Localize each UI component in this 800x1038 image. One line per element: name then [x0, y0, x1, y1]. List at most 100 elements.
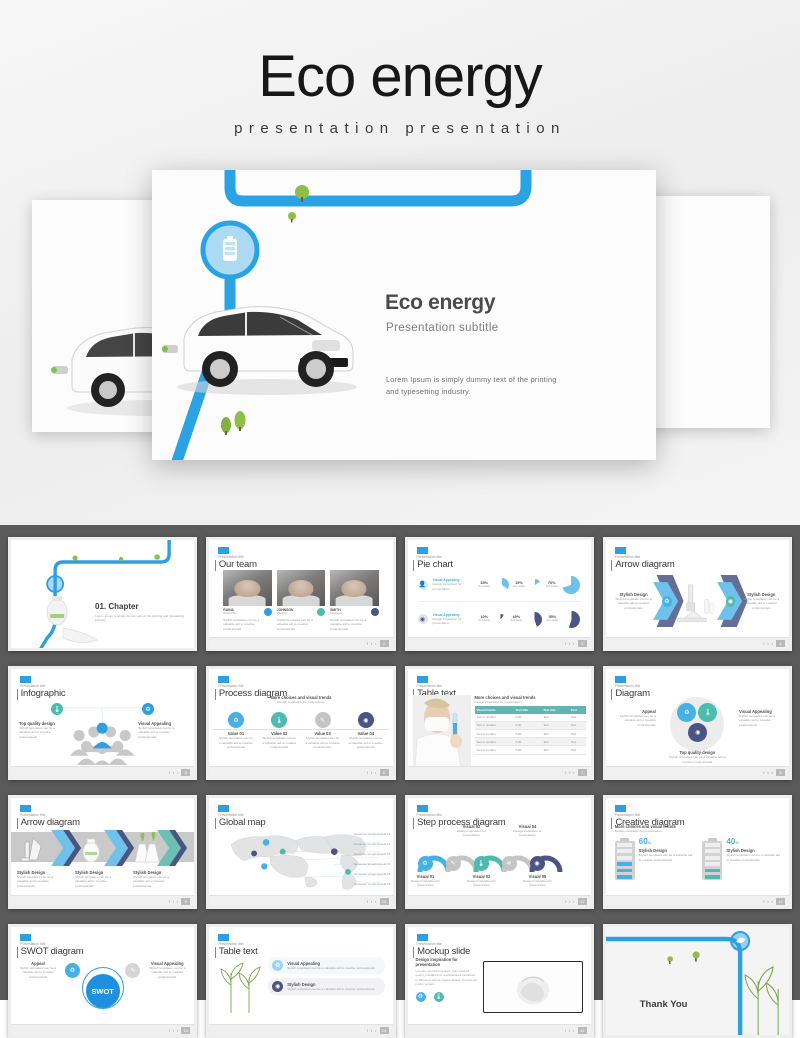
rss-icon[interactable]: r	[573, 641, 574, 646]
arrow-item-desc: Stylish templates can be a valuable aid …	[75, 875, 112, 888]
pie-chart-70	[562, 575, 581, 594]
slide-thumbnail-2[interactable]: Presentation title Our team RAINA Resear…	[206, 537, 396, 651]
rss-icon[interactable]: r	[375, 899, 376, 904]
slide-thumbnail-12[interactable]: Presentation title Creative diagram More…	[602, 795, 792, 909]
twitter-icon[interactable]: t	[173, 1028, 174, 1033]
slide-thumbnail-7[interactable]: Presentation title Table text More choic…	[404, 666, 594, 780]
preview-slide-main[interactable]: Eco energy Presentation subtitle Lorem I…	[152, 170, 656, 460]
slide-thumbnail-10[interactable]: Presentation title Global map Generate V…	[206, 795, 396, 909]
twitter-icon[interactable]: t	[173, 770, 174, 775]
electric-car-image	[162, 306, 357, 395]
facebook-icon[interactable]: f	[565, 899, 566, 904]
slide-thumbnail-8[interactable]: Presentation title Diagram ♻ 🌡 ◉ Appeal …	[602, 666, 792, 780]
process-step: ♻ Value 01 Stylish templates can be a va…	[218, 712, 254, 749]
main-slide-body: Lorem Ipsum is simply dummy text of the …	[386, 375, 557, 397]
pie-row-sub: Design inspiration for presentation	[432, 616, 462, 625]
facebook-icon[interactable]: f	[367, 1028, 368, 1033]
slide-thumbnail-14[interactable]: Presentation title Table text ♻ Visual A…	[206, 924, 396, 1038]
rss-icon[interactable]: r	[573, 1028, 574, 1033]
rss-icon[interactable]: r	[375, 641, 376, 646]
microscope-image	[677, 584, 714, 622]
rss-icon[interactable]: r	[573, 899, 574, 904]
column-header: Text title	[541, 706, 569, 714]
slide-thumbnail-1[interactable]: 01. Chapter Lorem Ipsum is simply dummy …	[8, 537, 198, 651]
pie-caption: Text quality	[545, 584, 558, 588]
swot-item-desc: Stylish templates can be a valuable aid …	[149, 966, 186, 979]
main-slide-heading: Eco energy	[385, 291, 496, 314]
arrow-item-desc: Stylish templates can be a valuable aid …	[743, 596, 780, 610]
member-desc: Stylish templates can be a valuable aid …	[330, 618, 367, 631]
rss-icon[interactable]: r	[573, 770, 574, 775]
row-desc: Stylish templates can be a valuable aid …	[287, 965, 375, 970]
slide-thumbnail-5[interactable]: Presentation title Infographic 🌡 ♻ Top q…	[8, 666, 198, 780]
step-desc: Stylish templates can be a valuable aid …	[348, 736, 383, 750]
twitter-icon[interactable]: t	[173, 899, 174, 904]
avatar	[276, 570, 326, 606]
slide-footer: f t r 9	[11, 895, 195, 906]
twitter-icon[interactable]: t	[371, 899, 372, 904]
slide-thumbnail-13[interactable]: Presentation title SWOT diagram SWOT ♻ ✎…	[8, 924, 198, 1038]
twitter-icon[interactable]: t	[371, 770, 372, 775]
facebook-icon[interactable]: f	[169, 770, 170, 775]
facebook-icon[interactable]: f	[367, 641, 368, 646]
twitter-icon[interactable]: t	[768, 770, 769, 775]
table-row: Text or number 0.00 Text Text	[474, 721, 586, 731]
rss-icon[interactable]: r	[375, 770, 376, 775]
facebook-icon[interactable]: f	[565, 1028, 566, 1033]
facebook-icon[interactable]: f	[169, 1028, 170, 1033]
slide-thumbnail-9[interactable]: Presentation title Arrow diagram Stylish…	[8, 795, 198, 909]
page-number: 11	[577, 897, 587, 905]
twitter-icon[interactable]: t	[569, 641, 570, 646]
rss-icon[interactable]: r	[177, 899, 178, 904]
avatar	[330, 570, 379, 606]
facebook-icon[interactable]: f	[367, 899, 368, 904]
facebook-icon[interactable]: f	[169, 899, 170, 904]
thermometer-icon: 🌡	[51, 703, 63, 715]
step-desc: Stylish templates can be a valuable aid …	[305, 736, 340, 750]
twitter-icon[interactable]: t	[768, 899, 769, 904]
facebook-icon[interactable]: f	[763, 641, 764, 646]
slide-thumbnail-3[interactable]: Presentation title Pie chart 👤 Visual Ap…	[404, 537, 594, 651]
rss-icon[interactable]: r	[375, 1028, 376, 1033]
twitter-icon[interactable]: t	[569, 899, 570, 904]
pen-icon: ✎	[125, 963, 141, 978]
facebook-icon[interactable]: f	[565, 770, 566, 775]
map-callout: Generate Visual Appeal 01	[353, 832, 391, 836]
scientist-photo	[412, 695, 471, 769]
facebook-icon[interactable]: f	[763, 899, 764, 904]
pie-row: 👤 Visual Appealing Design inspiration fo…	[417, 568, 581, 602]
twitter-icon[interactable]: t	[569, 1028, 570, 1033]
rss-icon[interactable]: r	[772, 899, 773, 904]
slide-thumbnail-6[interactable]: Presentation title Process diagram More …	[206, 666, 396, 780]
twitter-icon[interactable]: t	[371, 641, 372, 646]
recycle-icon: ♻	[415, 991, 426, 1002]
step-arcs	[417, 855, 562, 872]
slide-thumbnail-16[interactable]: Thank You	[602, 924, 792, 1038]
twitter-icon[interactable]: t	[371, 1028, 372, 1033]
rss-icon[interactable]: r	[177, 1028, 178, 1033]
pie-chart-55	[562, 610, 580, 628]
facebook-icon[interactable]: f	[565, 641, 566, 646]
facebook-icon[interactable]: f	[367, 770, 368, 775]
pen-icon: ✎	[314, 712, 331, 729]
page-number: 13	[181, 1026, 191, 1034]
table-row: Text or number 0.00 Text Text	[474, 745, 586, 755]
page-subtitle: presentation presentation	[234, 120, 566, 137]
chevron-row	[20, 830, 188, 866]
step-desc: Stylish templates can be a valuable aid …	[262, 736, 297, 750]
slide-thumbnail-11[interactable]: Presentation title Step process diagram …	[404, 795, 594, 909]
rss-icon[interactable]: r	[772, 641, 773, 646]
slide-thumbnail-15[interactable]: Presentation title Mockup slide Design i…	[404, 924, 594, 1038]
rss-icon[interactable]: r	[177, 770, 178, 775]
header-tag-icon	[218, 934, 230, 941]
header-tag-icon	[614, 676, 626, 683]
twitter-icon[interactable]: t	[569, 770, 570, 775]
twitter-icon[interactable]: t	[768, 641, 769, 646]
fan-icon: ❄	[501, 856, 517, 871]
process-sub: Design inspiration for presentation	[277, 700, 325, 704]
header-tag-icon	[614, 547, 626, 554]
rss-icon[interactable]: r	[772, 770, 773, 775]
slide-thumbnail-4[interactable]: Presentation title Arrow diagram Stylish…	[602, 537, 792, 651]
map-callout: Generate Visual Appeal 05	[353, 871, 391, 876]
facebook-icon[interactable]: f	[763, 770, 764, 775]
